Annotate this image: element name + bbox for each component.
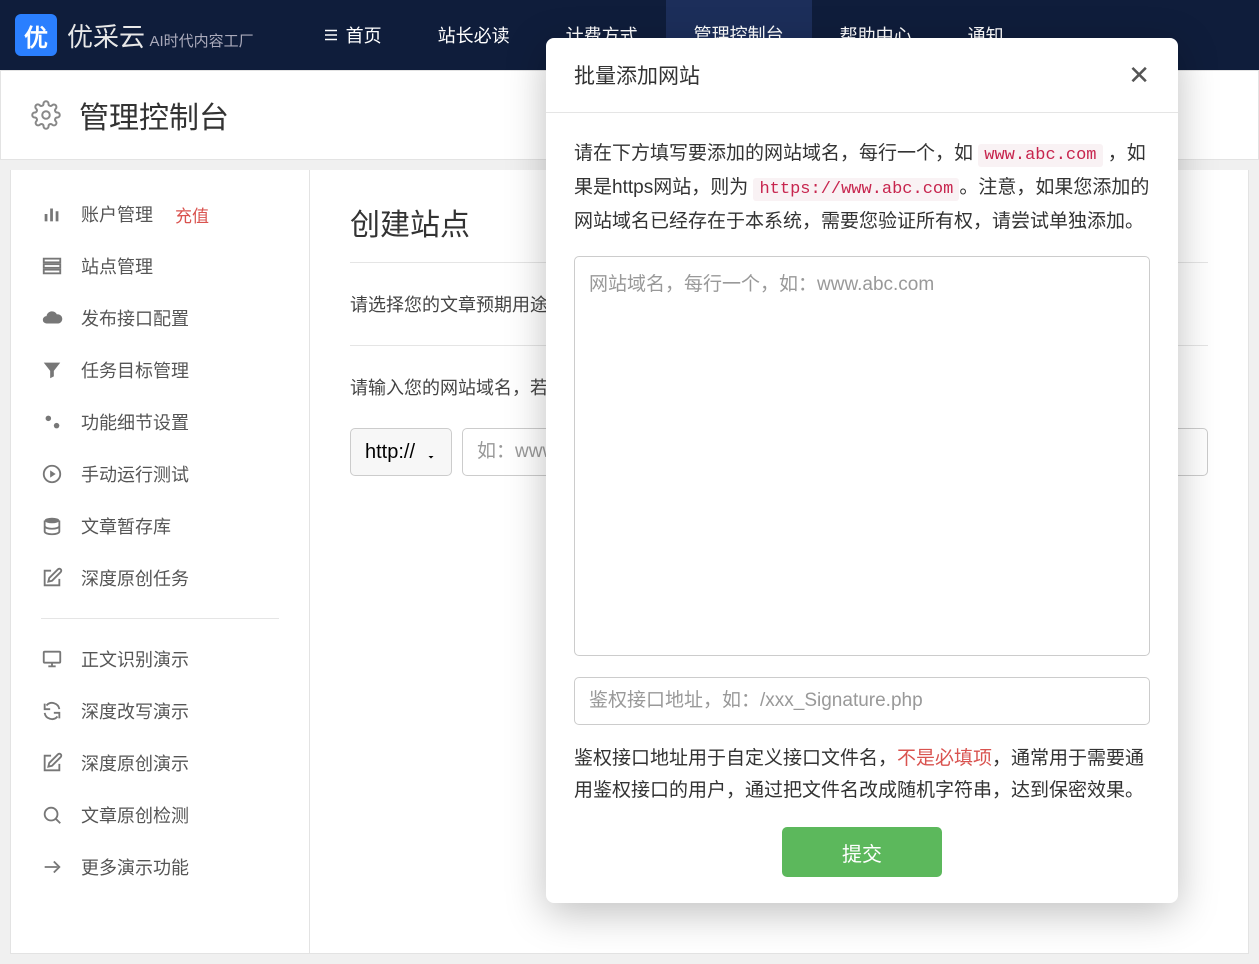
sidebar-item-publish[interactable]: 发布接口配置 [21,292,299,344]
monitor-icon [41,648,63,670]
brand-tagline: AI时代内容工厂 [149,33,253,50]
example-domain: www.abc.com [978,144,1102,167]
sidebar-item-rewrite-demo[interactable]: 深度改写演示 [21,685,299,737]
auth-url-input[interactable] [574,677,1150,725]
nav-webmaster[interactable]: 站长必读 [410,0,538,70]
sidebar-label: 账户管理 [81,201,153,227]
database-icon [41,515,63,537]
protocol-value: http:// [365,441,415,464]
sidebar-separator [41,618,279,619]
bar-chart-icon [41,203,63,225]
sidebar-item-settings[interactable]: 功能细节设置 [21,396,299,448]
sidebar-label: 正文识别演示 [81,646,189,672]
sidebar-label: 更多演示功能 [81,854,189,880]
page-title: 管理控制台 [79,93,229,137]
nav-home[interactable]: 首页 [294,0,410,70]
play-circle-icon [41,463,63,485]
auth-note: 鉴权接口地址用于自定义接口文件名，不是必填项，通常用于需要通用鉴权接口的用户，通… [574,743,1150,808]
sidebar-item-deep-original[interactable]: 深度原创任务 [21,552,299,604]
nav-home-label: 首页 [346,22,382,48]
sidebar-item-storage[interactable]: 文章暂存库 [21,500,299,552]
optional-label: 不是必填项 [897,748,992,769]
sidebar-label: 任务目标管理 [81,357,189,383]
cloud-upload-icon [41,307,63,329]
nav-webmaster-label: 站长必读 [438,22,510,48]
grid-icon [41,255,63,277]
logo-mark: 优 [15,14,57,56]
search-icon [41,804,63,826]
sidebar-item-detect[interactable]: 文章原创检测 [21,789,299,841]
protocol-select[interactable]: http:// [350,428,452,476]
cogs-icon [41,411,63,433]
brand[interactable]: 优 优采云 AI时代内容工厂 [15,14,254,56]
sidebar-item-more[interactable]: 更多演示功能 [21,841,299,893]
sidebar-label: 深度改写演示 [81,698,189,724]
submit-button[interactable]: 提交 [782,827,942,877]
sidebar-item-manual[interactable]: 手动运行测试 [21,448,299,500]
sidebar-item-sites[interactable]: 站点管理 [21,240,299,292]
bulk-add-modal: 批量添加网站 ✕ 请在下方填写要添加的网站域名，每行一个，如 www.abc.c… [546,38,1178,903]
recharge-badge[interactable]: 充值 [175,202,209,227]
sidebar-label: 功能细节设置 [81,409,189,435]
sidebar-label: 深度原创演示 [81,750,189,776]
close-icon[interactable]: ✕ [1128,62,1150,88]
desc-text: 请在下方填写要添加的网站域名，每行一个，如 [574,143,978,164]
list-icon [322,26,340,44]
domains-textarea[interactable] [574,256,1150,656]
sidebar-label: 手动运行测试 [81,461,189,487]
brand-name: 优采云 [67,22,145,52]
gear-icon [31,100,61,130]
sidebar-label: 深度原创任务 [81,565,189,591]
sidebar-label: 发布接口配置 [81,305,189,331]
sidebar-item-tasks[interactable]: 任务目标管理 [21,344,299,396]
chevron-down-icon [425,446,437,458]
note-text: 鉴权接口地址用于自定义接口文件名， [574,748,897,769]
modal-title: 批量添加网站 [574,60,700,90]
share-icon [41,856,63,878]
sidebar-item-body-demo[interactable]: 正文识别演示 [21,633,299,685]
example-https: https://www.abc.com [753,178,959,201]
sidebar-label: 文章暂存库 [81,513,171,539]
sidebar-item-account[interactable]: 账户管理充值 [21,188,299,240]
filter-icon [41,359,63,381]
edit-icon [41,567,63,589]
sidebar-label: 站点管理 [81,253,153,279]
edit-icon [41,752,63,774]
sidebar-item-original-demo[interactable]: 深度原创演示 [21,737,299,789]
sidebar: 账户管理充值 站点管理 发布接口配置 任务目标管理 功能细节设置 手动运行测试 … [10,170,310,954]
refresh-icon [41,700,63,722]
sidebar-label: 文章原创检测 [81,802,189,828]
modal-description: 请在下方填写要添加的网站域名，每行一个，如 www.abc.com ，如果是ht… [574,137,1150,238]
